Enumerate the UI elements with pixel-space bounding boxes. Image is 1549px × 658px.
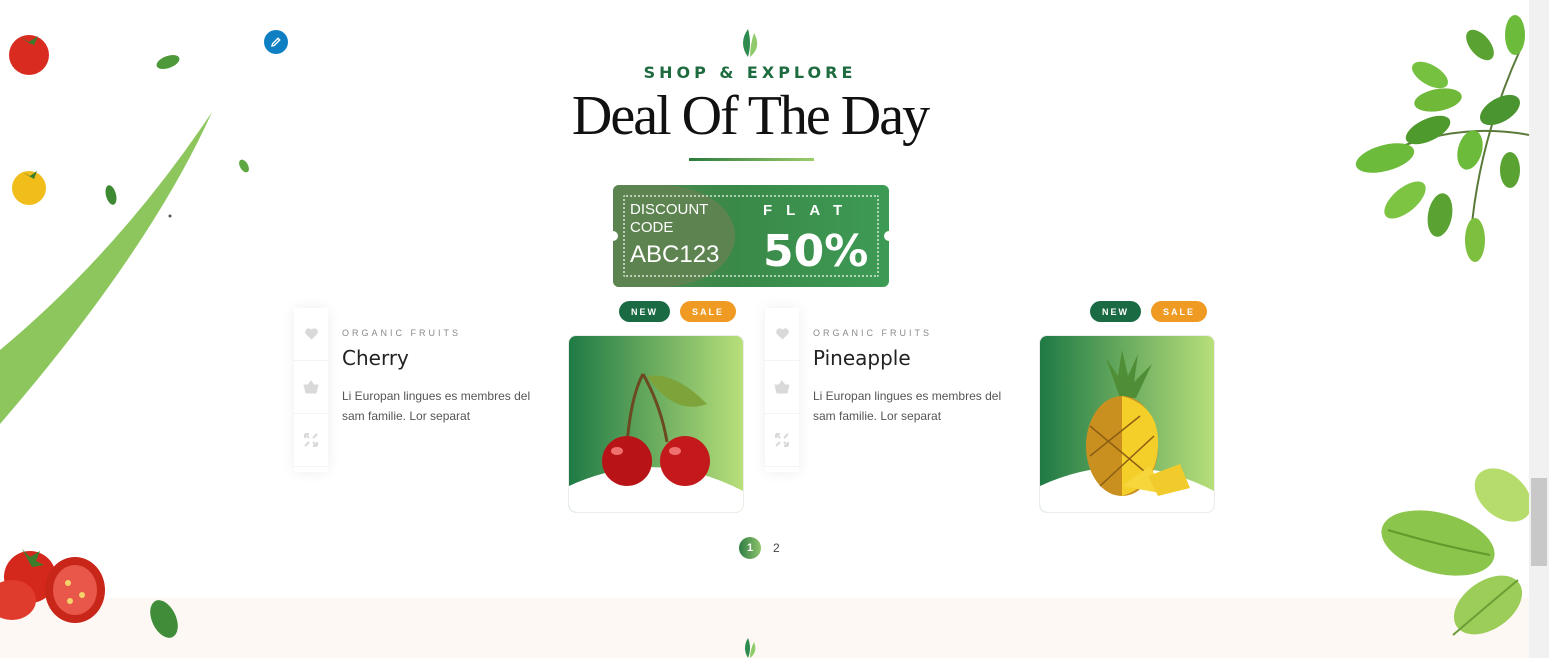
coupon-code: ABC123 (630, 241, 720, 268)
product-description: Li Europan lingues es membres del sam fa… (342, 389, 531, 423)
product-card-pineapple[interactable]: ORGANIC FRUITS Pineapple Li Europan ling… (765, 300, 1225, 515)
page: SHOP & EXPLORE Deal Of The Day DISCOUNT … (0, 0, 1529, 658)
leaf-icon (743, 29, 758, 57)
scrollbar-thumb[interactable] (1531, 478, 1547, 566)
title-underline (689, 158, 814, 161)
heart-icon (304, 328, 318, 340)
section-title: Deal Of The Day (571, 85, 930, 147)
page-1-button[interactable]: 1 (739, 537, 761, 559)
heart-icon (775, 328, 789, 340)
basket-icon (774, 380, 790, 394)
basket-icon (303, 380, 319, 394)
product-category: ORGANIC FRUITS (342, 328, 462, 338)
pagination: 1 2 (739, 537, 780, 559)
coupon-label: DISCOUNT CODE (630, 201, 709, 236)
decorative-basil-right (1381, 468, 1529, 636)
page-2-button[interactable]: 2 (773, 541, 780, 555)
expand-icon (304, 433, 318, 447)
product-description: Li Europan lingues es membres del sam fa… (813, 389, 1002, 423)
product-actions (294, 308, 328, 472)
pencil-icon (271, 37, 281, 47)
wishlist-button[interactable] (294, 308, 328, 361)
next-section-band (0, 598, 1529, 658)
section-eyebrow: SHOP & EXPLORE (643, 63, 857, 82)
product-image-pineapple[interactable] (1039, 335, 1215, 513)
quick-view-button[interactable] (294, 414, 328, 467)
edit-button[interactable] (264, 30, 288, 54)
leaf-icon (745, 638, 756, 658)
product-actions (765, 308, 799, 472)
quick-view-button[interactable] (765, 414, 799, 467)
coupon-flat-label: FLAT (763, 202, 857, 219)
decorative-leaves-left (0, 35, 249, 424)
page-scrollbar[interactable] (1529, 0, 1549, 658)
expand-icon (775, 433, 789, 447)
product-name[interactable]: Pineapple (813, 346, 911, 370)
product-card-cherry[interactable]: ORGANIC FRUITS Cherry Li Europan lingues… (294, 300, 754, 515)
new-badge: NEW (1090, 301, 1141, 322)
product-name[interactable]: Cherry (342, 346, 409, 370)
product-category: ORGANIC FRUITS (813, 328, 933, 338)
decorative-tomatoes-bottom-left (0, 549, 178, 638)
coupon-percent: 50% (763, 226, 869, 277)
add-to-cart-button[interactable] (765, 361, 799, 414)
discount-coupon: DISCOUNT CODE ABC123 FLAT 50% (613, 185, 889, 287)
product-image-cherry[interactable] (568, 335, 744, 513)
sale-badge: SALE (680, 301, 736, 322)
wishlist-button[interactable] (765, 308, 799, 361)
sale-badge: SALE (1151, 301, 1207, 322)
new-badge: NEW (619, 301, 670, 322)
add-to-cart-button[interactable] (294, 361, 328, 414)
